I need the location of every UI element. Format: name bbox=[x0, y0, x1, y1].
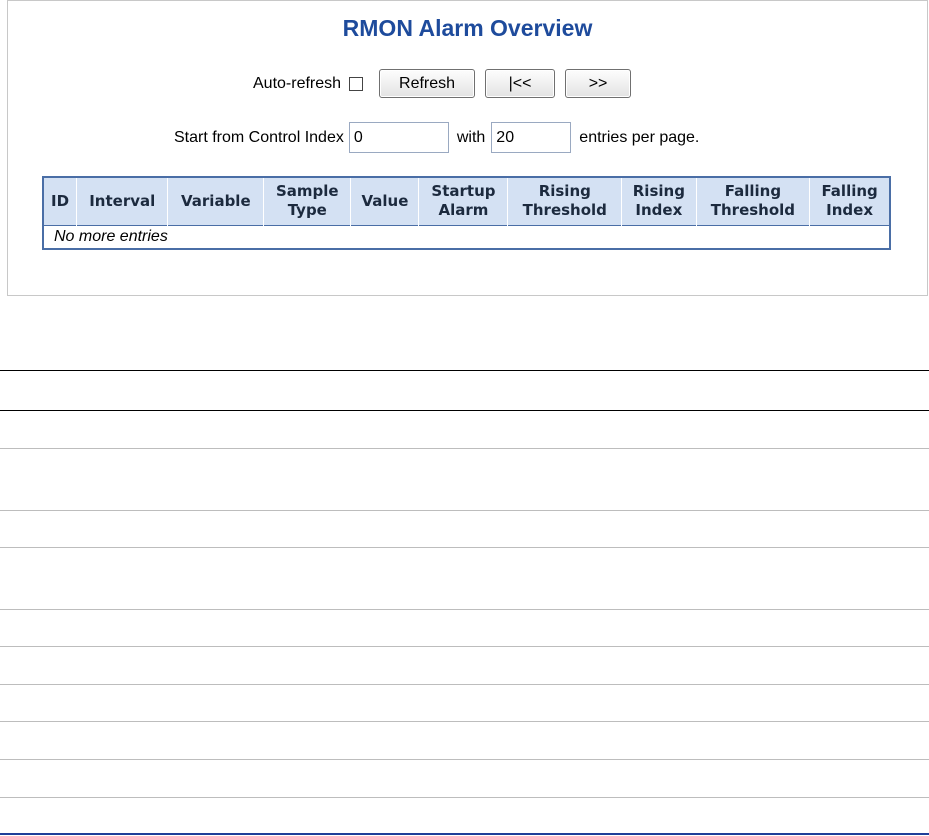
paging-controls: Start from Control Index with entries pe… bbox=[174, 122, 699, 153]
with-label: with bbox=[456, 128, 486, 146]
divider bbox=[0, 759, 929, 760]
entries-per-page-input[interactable] bbox=[491, 122, 572, 153]
divider bbox=[0, 448, 929, 449]
col-value: Value bbox=[350, 177, 420, 225]
empty-message: No more entries bbox=[43, 224, 890, 249]
next-page-button[interactable]: >> bbox=[565, 69, 632, 98]
table-row: No more entries bbox=[43, 224, 890, 249]
divider bbox=[0, 410, 929, 411]
col-variable: Variable bbox=[167, 177, 265, 225]
divider bbox=[0, 547, 929, 548]
divider bbox=[0, 684, 929, 685]
divider bbox=[0, 609, 929, 610]
rmon-alarm-panel: RMON Alarm Overview Auto-refresh Refresh… bbox=[7, 0, 928, 296]
first-page-button[interactable]: |<< bbox=[485, 69, 556, 98]
col-falling-index: Falling Index bbox=[809, 177, 890, 225]
alarm-table: ID Interval Variable Sample Type Value St… bbox=[42, 176, 891, 250]
table-header-row: ID Interval Variable Sample Type Value St… bbox=[43, 177, 890, 225]
refresh-button[interactable]: Refresh bbox=[379, 69, 476, 98]
refresh-controls: Auto-refresh Refresh |<< >> bbox=[253, 69, 641, 98]
col-startup-alarm: Startup Alarm bbox=[418, 177, 509, 225]
col-id: ID bbox=[43, 177, 78, 225]
col-rising-threshold: Rising Threshold bbox=[507, 177, 623, 225]
col-sample-type: Sample Type bbox=[263, 177, 352, 225]
col-rising-index: Rising Index bbox=[621, 177, 697, 225]
auto-refresh-checkbox[interactable] bbox=[349, 76, 364, 91]
divider bbox=[0, 797, 929, 798]
bottom-rule bbox=[0, 833, 929, 835]
entries-per-page-label: entries per page. bbox=[579, 128, 700, 146]
divider bbox=[0, 721, 929, 722]
col-interval: Interval bbox=[76, 177, 169, 225]
divider bbox=[0, 646, 929, 647]
divider bbox=[0, 370, 929, 371]
auto-refresh-label: Auto-refresh bbox=[253, 74, 342, 92]
start-index-label: Start from Control Index bbox=[174, 128, 344, 146]
page-title: RMON Alarm Overview bbox=[342, 15, 593, 41]
divider bbox=[0, 510, 929, 511]
start-index-input[interactable] bbox=[348, 122, 449, 153]
col-falling-threshold: Falling Threshold bbox=[696, 177, 811, 225]
